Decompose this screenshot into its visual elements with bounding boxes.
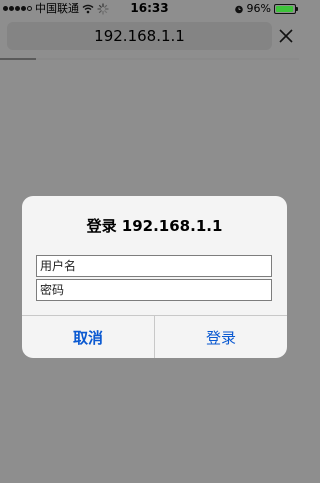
status-bar: 中国联通 16:33 96% <box>0 0 299 17</box>
address-bar: 192.168.1.1 <box>0 17 299 60</box>
login-dialog: 登录 192.168.1.1 取消 登录 <box>22 196 287 358</box>
url-field[interactable]: 192.168.1.1 <box>7 22 272 50</box>
page-load-progress-fill <box>0 58 36 60</box>
dialog-title: 登录 192.168.1.1 <box>86 217 223 235</box>
login-button[interactable]: 登录 <box>155 316 287 358</box>
close-icon <box>279 29 293 43</box>
url-text: 192.168.1.1 <box>94 27 185 45</box>
username-field[interactable] <box>36 255 272 277</box>
status-right: 96% <box>234 2 298 15</box>
password-field[interactable] <box>36 279 272 301</box>
cancel-button[interactable]: 取消 <box>22 316 154 358</box>
battery-fill <box>276 5 294 12</box>
battery-icon <box>274 3 298 14</box>
battery-percent: 96% <box>246 2 271 15</box>
page-load-progress <box>0 58 299 60</box>
close-button[interactable] <box>277 27 295 45</box>
alarm-icon <box>234 5 243 13</box>
